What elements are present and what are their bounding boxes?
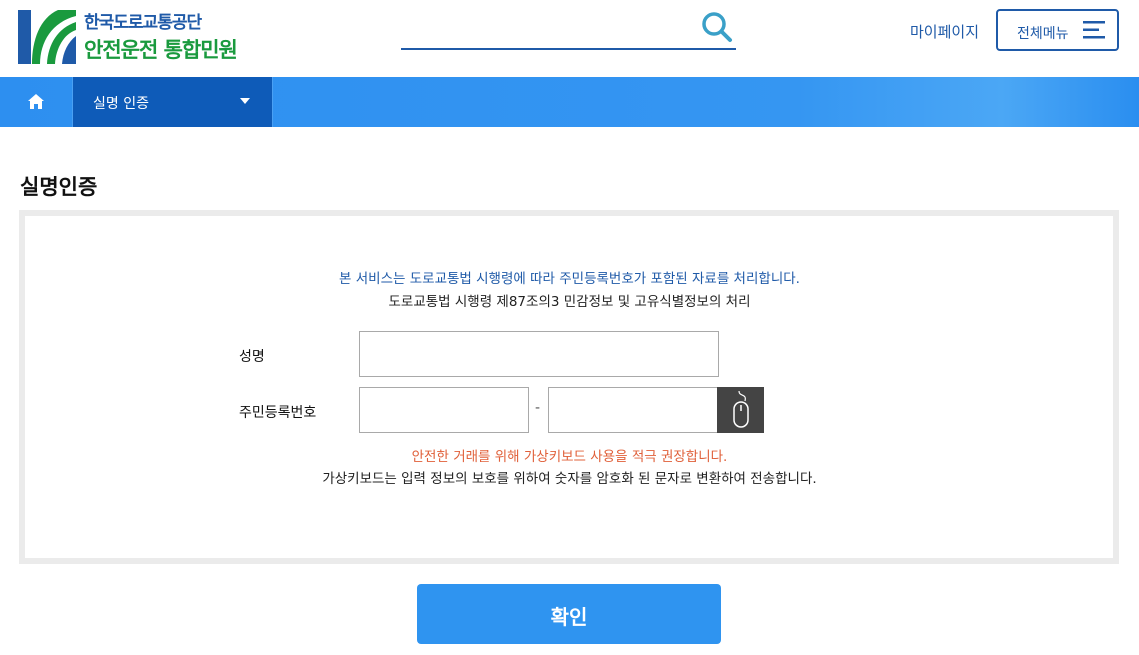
rrn-first-input[interactable] <box>359 387 529 433</box>
all-menu-label: 전체메뉴 <box>1017 26 1069 42</box>
hamburger-icon <box>1083 21 1105 39</box>
search-box <box>401 8 736 50</box>
service-notice: 본 서비스는 도로교통법 시행령에 따라 주민등록번호가 포함된 자료를 처리합… <box>339 271 800 287</box>
search-icon <box>702 12 732 42</box>
search-button[interactable] <box>700 10 734 44</box>
name-input[interactable] <box>359 331 719 377</box>
confirm-button[interactable]: 확인 <box>417 584 721 644</box>
home-icon <box>28 94 44 109</box>
rrn-separator: - <box>535 400 541 416</box>
legal-basis-notice: 도로교통법 시행령 제87조의3 민감정보 및 고유식별정보의 처리 <box>388 294 751 310</box>
rrn-second-input[interactable] <box>548 387 718 433</box>
site-logo[interactable]: 한국도로교통공단 안전운전 통합민원 <box>18 8 268 66</box>
breadcrumb-current: 실명 인증 <box>93 96 149 112</box>
confirm-label: 확인 <box>550 605 588 629</box>
virtual-keyboard-info: 가상키보드는 입력 정보의 보호를 위하여 숫자를 암호화 된 문자로 변환하여… <box>322 471 817 487</box>
logo-service-name: 안전운전 통합민원 <box>84 38 238 62</box>
home-button[interactable] <box>0 77 72 127</box>
site-header: 한국도로교통공단 안전운전 통합민원 마이페이지 전체메뉴 <box>0 0 1139 77</box>
virtual-keyboard-button[interactable] <box>717 387 764 433</box>
location-navbar: 실명 인증 <box>0 77 1139 127</box>
all-menu-button[interactable]: 전체메뉴 <box>996 9 1119 51</box>
caret-down-icon <box>240 98 250 104</box>
mypage-link[interactable]: 마이페이지 <box>910 21 979 42</box>
page-title: 실명인증 <box>20 175 98 199</box>
rrn-label: 주민등록번호 <box>239 405 317 421</box>
name-label: 성명 <box>239 349 265 365</box>
breadcrumb-dropdown[interactable]: 실명 인증 <box>72 77 273 127</box>
mouse-icon <box>733 390 749 428</box>
logo-mark-icon <box>18 10 76 64</box>
logo-organization-name: 한국도로교통공단 <box>84 13 202 33</box>
virtual-keyboard-warning: 안전한 거래를 위해 가상키보드 사용을 적극 권장합니다. <box>411 449 728 465</box>
search-input[interactable] <box>401 8 691 48</box>
